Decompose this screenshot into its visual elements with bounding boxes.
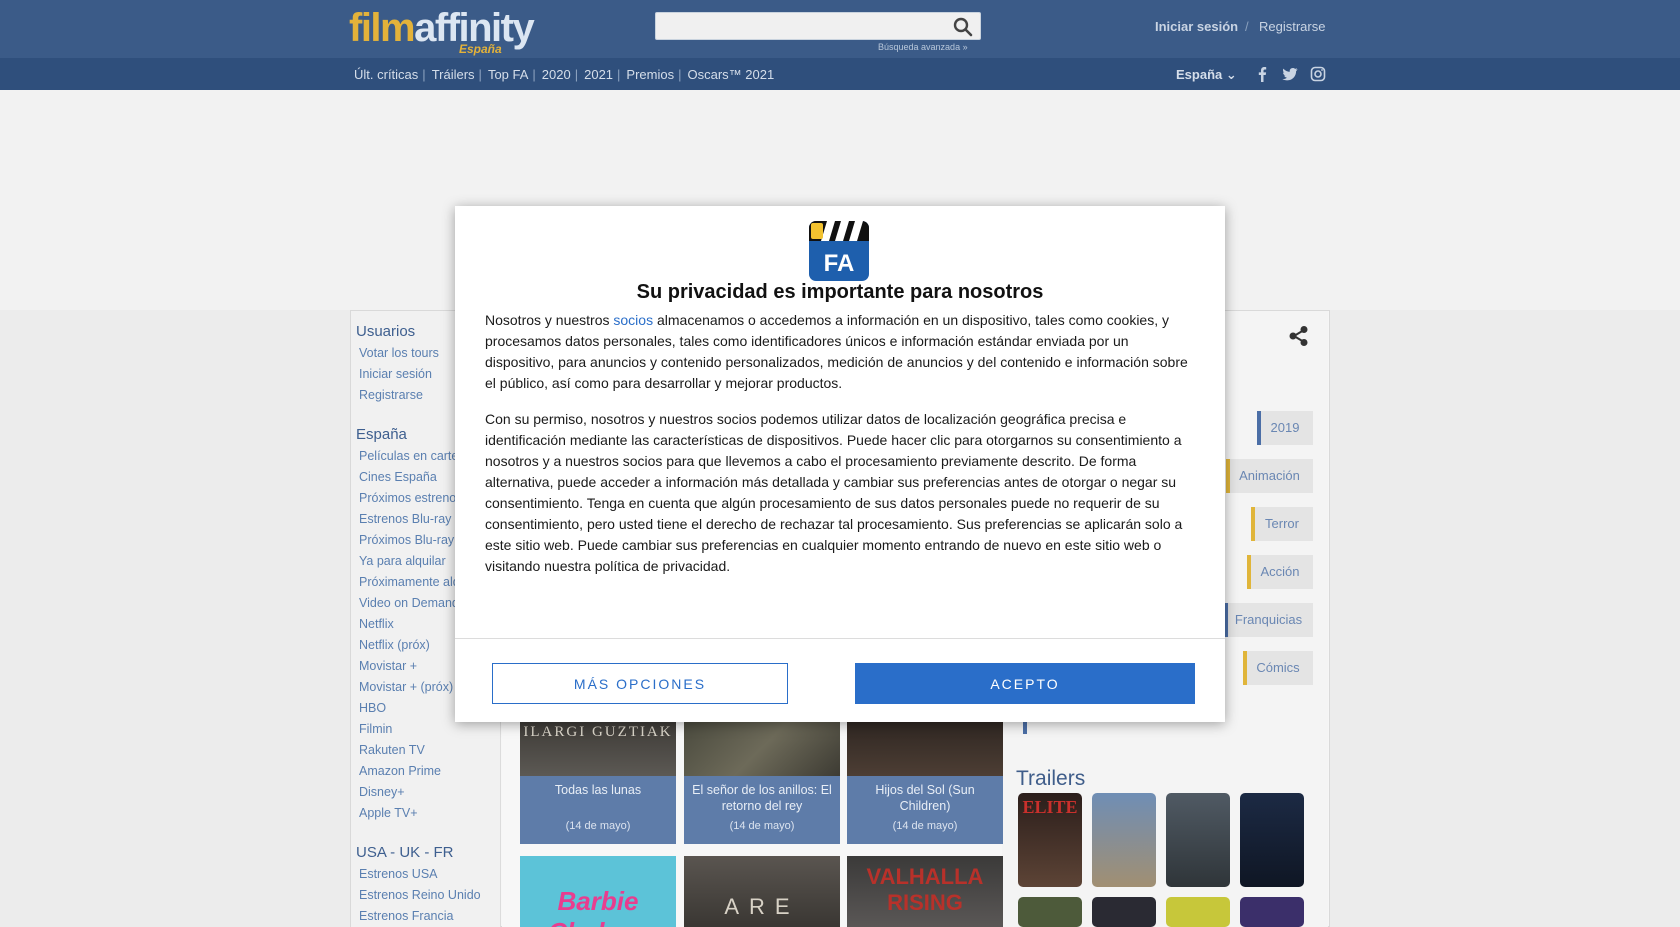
trailer-thumbnail[interactable]: [1092, 793, 1156, 887]
country-selector[interactable]: España ⌄: [1176, 67, 1237, 83]
trailer-thumbnail[interactable]: [1018, 897, 1082, 927]
accept-button[interactable]: ACEPTO: [855, 663, 1195, 704]
nav-item-trailers[interactable]: Tráilers: [432, 67, 475, 82]
nav-item-2020[interactable]: 2020: [542, 67, 571, 82]
sidebar-section-title: Usuarios: [356, 323, 416, 340]
main-nav: Últ. críticas | Tráilers | Top FA | 2020 | 2…: [0, 58, 1680, 90]
country-label: España: [1176, 67, 1223, 82]
sidebar-link[interactable]: Estrenos Reino Unido: [359, 888, 499, 902]
privacy-consent-dialog: FA Su privacidad es importante para noso…: [455, 206, 1225, 722]
poster-title-text: VALHALLA RISING: [866, 864, 984, 915]
movie-title[interactable]: Hijos del Sol (Sun Children): [847, 776, 1003, 844]
tag-accion[interactable]: Acción: [1247, 555, 1313, 589]
trailer-thumbnail[interactable]: [1240, 793, 1304, 887]
chevron-down-icon: ⌄: [1225, 67, 1237, 82]
poster-title-text: Barbie Chelsea: [548, 886, 648, 927]
nav-item-oscars[interactable]: Oscars™ 2021: [688, 67, 775, 82]
movie-card[interactable]: El señor de los anillos: El retorno del …: [684, 720, 840, 844]
movie-release-date: (14 de mayo): [892, 820, 958, 832]
sidebar-section-title: España: [356, 426, 407, 443]
search-input[interactable]: [656, 13, 946, 39]
facebook-icon[interactable]: [1254, 66, 1270, 82]
partners-link[interactable]: socios: [613, 312, 653, 328]
movie-poster-image[interactable]: VALHALLA RISING: [847, 856, 1003, 927]
trailer-thumbnail[interactable]: [1166, 897, 1230, 927]
dialog-divider: [455, 638, 1225, 639]
sidebar-link[interactable]: Rakuten TV: [359, 743, 499, 757]
tag-terror[interactable]: Terror: [1251, 507, 1313, 541]
site-logo[interactable]: filmaffinity: [349, 6, 535, 50]
movie-title[interactable]: Todas las lunas: [520, 776, 676, 844]
tag-comics[interactable]: Cómics: [1243, 651, 1313, 685]
poster-title-text: ARE: [724, 894, 800, 919]
header-separator: /: [1245, 19, 1249, 34]
dialog-title: Su privacidad es importante para nosotro…: [636, 281, 1044, 303]
movie-release-date: (14 de mayo): [565, 820, 631, 832]
sidebar-link[interactable]: Estrenos USA: [359, 867, 499, 881]
logo-film-text: film: [349, 6, 416, 50]
privacy-paragraph-2: Con su permiso, nosotros y nuestros soci…: [485, 411, 1183, 574]
search-box: [655, 12, 981, 40]
tag-franquicias[interactable]: Franquicias: [1224, 603, 1313, 637]
twitter-icon[interactable]: [1282, 66, 1298, 82]
share-icon[interactable]: [1288, 325, 1310, 347]
nav-item-top-fa[interactable]: Top FA: [488, 67, 528, 82]
register-link[interactable]: Registrarse: [1259, 19, 1325, 34]
sidebar-link[interactable]: Amazon Prime: [359, 764, 499, 778]
movie-poster-image: [847, 720, 1003, 776]
poster-overlay-text: ILARGI GUZTIAK: [523, 724, 673, 740]
movie-card[interactable]: ILARGI GUZTIAK Todas las lunas (14 de ma…: [520, 720, 676, 844]
sidebar-link[interactable]: Apple TV+: [359, 806, 499, 820]
instagram-icon[interactable]: [1310, 66, 1326, 82]
nav-menu: Últ. críticas | Tráilers | Top FA | 2020 | 2…: [354, 67, 775, 82]
tag-animacion[interactable]: Animación: [1226, 459, 1313, 493]
top-header: filmaffinity España Búsqueda avanzada » …: [0, 0, 1680, 58]
movie-title[interactable]: El señor de los anillos: El retorno del …: [684, 776, 840, 844]
logo-fa-text: FA: [824, 250, 855, 277]
sidebar-link[interactable]: Estrenos Francia: [359, 909, 499, 923]
login-link[interactable]: Iniciar sesión: [1155, 19, 1238, 34]
tag-year[interactable]: 2019: [1257, 411, 1313, 445]
nav-item-2021[interactable]: 2021: [584, 67, 613, 82]
search-icon[interactable]: [953, 17, 973, 37]
advanced-search-link[interactable]: Búsqueda avanzada »: [878, 42, 968, 52]
trailer-thumbnail[interactable]: ELITE: [1018, 793, 1082, 887]
privacy-paragraph-1: Nosotros y nuestros socios almacenamos o…: [485, 312, 1188, 391]
filmaffinity-logo-icon: FA: [809, 221, 869, 281]
trailer-thumbnail[interactable]: [1092, 897, 1156, 927]
trailer-thumbnail[interactable]: [1240, 897, 1304, 927]
logo-subtitle: España: [459, 42, 502, 56]
sidebar-section-title: USA - UK - FR: [356, 844, 454, 861]
movie-poster-image: ILARGI GUZTIAK: [520, 720, 676, 776]
trailer-thumbnail[interactable]: [1166, 793, 1230, 887]
nav-item-ult-criticas[interactable]: Últ. críticas: [354, 67, 418, 82]
trailer-title-text: ELITE: [1022, 797, 1078, 817]
movie-release-date: (14 de mayo): [729, 820, 795, 832]
movie-poster-image[interactable]: Barbie Chelsea: [520, 856, 676, 927]
trailers-heading: Trailers: [1016, 767, 1086, 790]
movie-card[interactable]: Hijos del Sol (Sun Children) (14 de mayo…: [847, 720, 1003, 844]
more-options-button[interactable]: MÁS OPCIONES: [492, 663, 788, 704]
movie-poster-image[interactable]: ARE: [684, 856, 840, 927]
movie-poster-image: [684, 720, 840, 776]
sidebar-link[interactable]: Filmin: [359, 722, 499, 736]
nav-item-premios[interactable]: Premios: [626, 67, 674, 82]
sidebar-link[interactable]: Disney+: [359, 785, 499, 799]
